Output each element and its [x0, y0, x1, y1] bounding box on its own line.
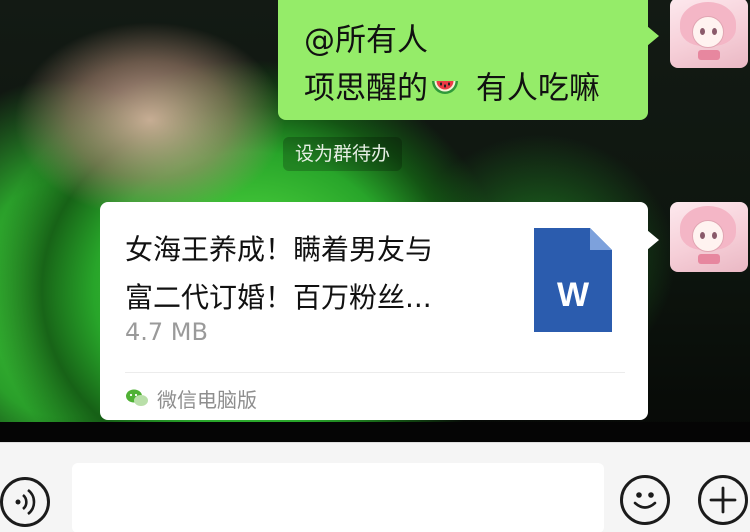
- avatar-face: [692, 220, 724, 252]
- set-group-todo-button[interactable]: 设为群待办: [283, 137, 403, 171]
- word-icon-letter: W: [557, 276, 590, 314]
- plus-icon: [709, 486, 737, 514]
- avatar-bow: [698, 50, 720, 60]
- more-button[interactable]: [698, 475, 748, 525]
- voice-button[interactable]: [0, 477, 50, 527]
- chat-screen: @所有人 项思醒的 有人吃嘛 设为群待办 女海王养成！瞒着男友与 富二代订婚！百…: [0, 0, 750, 532]
- watermelon-icon: [432, 81, 458, 94]
- emoji-button[interactable]: [620, 475, 670, 525]
- wechat-icon: [126, 389, 148, 406]
- message-text: 项思醒的: [304, 70, 428, 106]
- file-title-line: 女海王养成！瞒着男友与: [125, 233, 434, 266]
- message-line-body: 项思醒的 有人吃嘛: [304, 64, 622, 112]
- message-text-end: 有人吃嘛: [466, 70, 600, 106]
- avatar-face: [692, 16, 724, 48]
- sender-avatar[interactable]: [670, 202, 748, 272]
- mention-text: @所有人: [304, 22, 428, 59]
- message-input-bar: [0, 442, 750, 532]
- file-size: 4.7 MB: [125, 318, 208, 346]
- file-message-card[interactable]: 女海王养成！瞒着男友与 富二代订婚！百万粉丝... 4.7 MB W 微信电脑版: [100, 202, 659, 420]
- avatar-eye: [712, 28, 717, 35]
- smiley-icon: [633, 492, 657, 509]
- message-line-mention: @所有人: [304, 16, 622, 64]
- message-input[interactable]: [72, 463, 604, 532]
- file-title: 女海王养成！瞒着男友与 富二代订婚！百万粉丝...: [125, 226, 520, 322]
- text-message-bubble[interactable]: @所有人 项思醒的 有人吃嘛: [278, 0, 659, 120]
- avatar-bow: [698, 254, 720, 264]
- file-source: 微信电脑版: [125, 382, 257, 414]
- card-divider: [125, 372, 625, 373]
- file-source-text: 微信电脑版: [157, 387, 257, 412]
- file-title-line: 富二代订婚！百万粉丝...: [125, 281, 432, 314]
- word-document-icon: W: [534, 228, 612, 332]
- avatar-eye: [712, 232, 717, 239]
- background-band: [0, 422, 750, 442]
- sender-avatar[interactable]: [670, 0, 748, 68]
- avatar-eye: [700, 28, 705, 35]
- voice-icon: [15, 488, 36, 516]
- avatar-eye: [700, 232, 705, 239]
